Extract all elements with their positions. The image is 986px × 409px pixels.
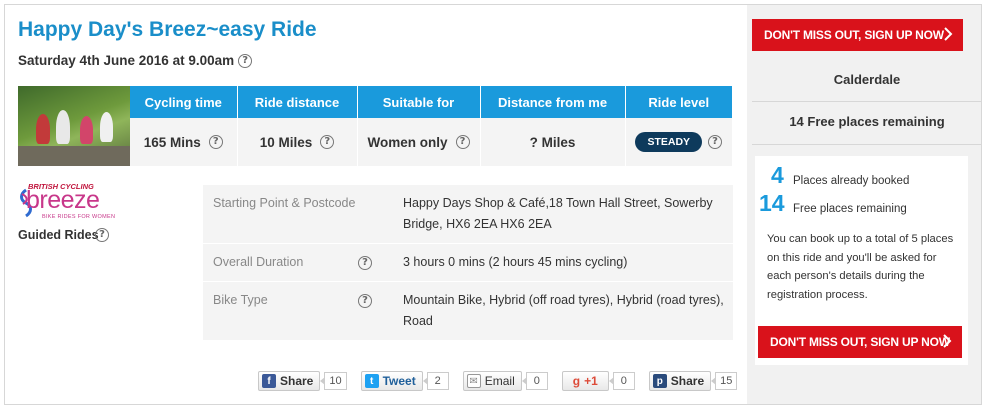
help-icon[interactable]: ? <box>320 135 335 149</box>
ride-details-list: Starting Point & Postcode Happy Days Sho… <box>203 185 733 340</box>
detail-value: Happy Days Shop & Café,18 Town Hall Stre… <box>403 196 713 231</box>
help-icon[interactable]: ? <box>708 135 723 149</box>
detail-row-duration: Overall Duration ? 3 hours 0 mins (2 hou… <box>203 244 733 282</box>
chevron-right-icon <box>944 27 953 41</box>
share-google-plus: g +1 0 <box>561 371 635 391</box>
distance-from-me-cell: ? Miles <box>480 118 626 166</box>
google-plus-button[interactable]: g +1 <box>561 371 609 391</box>
ride-date: Saturday 4th June 2016 at 9.00am ? <box>18 53 253 68</box>
help-icon[interactable]: ? <box>95 228 109 242</box>
header-ride-distance: Ride distance <box>237 86 358 118</box>
booking-info-text: You can book up to a total of 5 places o… <box>767 233 954 301</box>
help-icon[interactable]: ? <box>358 294 372 308</box>
breeze-logo: BRITISH CYCLING breeze BIKE RIDES FOR WO… <box>18 180 124 222</box>
ride-date-text: Saturday 4th June 2016 at 9.00am <box>18 53 235 68</box>
header-cycling-time: Cycling time <box>130 86 238 118</box>
social-share-bar: f Share 10 t Tweet 2 ✉ Email 0 g +1 0 p … <box>258 371 751 391</box>
divider <box>752 101 982 102</box>
share-count: 2 <box>422 372 449 390</box>
places-info-box: 4 Places already booked 14 Free places r… <box>755 156 968 365</box>
help-icon[interactable]: ? <box>238 53 253 68</box>
ride-photo <box>18 86 130 166</box>
free-places-summary: 14 Free places remaining <box>789 114 945 129</box>
share-count: 15 <box>711 372 738 390</box>
ride-location: Calderdale <box>833 72 901 87</box>
twitter-icon: t <box>364 374 379 388</box>
help-icon[interactable]: ? <box>358 256 372 270</box>
pinterest-icon: p <box>652 374 667 388</box>
ride-distance-value: 10 Miles <box>259 134 313 150</box>
free-label: Free places remaining <box>793 203 907 215</box>
ride-title: Happy Day's Breez~easy Ride <box>18 18 317 41</box>
facebook-icon: f <box>262 374 276 388</box>
divider <box>752 144 982 145</box>
share-count: 0 <box>608 372 635 390</box>
logo-brand-main: breeze <box>26 186 100 214</box>
share-count: 0 <box>521 372 548 390</box>
booked-count: 4 <box>771 162 784 188</box>
detail-row-bike-type: Bike Type ? Mountain Bike, Hybrid (off r… <box>203 282 733 340</box>
cycling-time-cell: 165 Mins? <box>130 118 238 166</box>
suitable-for-value: Women only <box>367 134 448 150</box>
facebook-share-button[interactable]: f Share <box>258 371 321 391</box>
header-suitable-for: Suitable for <box>357 86 481 118</box>
ride-level-badge: STEADY <box>635 132 703 152</box>
detail-label: Overall Duration <box>213 255 304 269</box>
share-count: 10 <box>320 372 347 390</box>
share-email: ✉ Email 0 <box>462 371 548 391</box>
help-icon[interactable]: ? <box>208 135 223 149</box>
share-facebook: f Share 10 <box>258 371 347 391</box>
detail-value: Mountain Bike, Hybrid (off road tyres), … <box>403 293 724 328</box>
header-distance-from-me: Distance from me <box>480 86 626 118</box>
free-count: 14 <box>759 190 785 216</box>
distance-from-me-value: ? Miles <box>529 134 576 150</box>
signup-button[interactable]: DON'T MISS OUT, SIGN UP NOW <box>752 19 963 51</box>
booked-label: Places already booked <box>793 175 910 187</box>
ride-level-cell: STEADY? <box>625 118 732 166</box>
logo-brand-sub: BIKE RIDES FOR WOMEN <box>42 214 116 220</box>
help-icon[interactable]: ? <box>455 135 470 149</box>
ride-stats-table: Cycling time Ride distance Suitable for … <box>130 86 732 166</box>
detail-label: Starting Point & Postcode <box>213 196 356 210</box>
suitable-for-cell: Women only? <box>357 118 481 166</box>
detail-row-starting-point: Starting Point & Postcode Happy Days Sho… <box>203 185 733 244</box>
share-twitter: t Tweet 2 <box>360 371 449 391</box>
email-share-button[interactable]: ✉ Email <box>462 371 522 391</box>
detail-value: 3 hours 0 mins (2 hours 45 mins cycling) <box>403 255 628 269</box>
cycling-time-value: 165 Mins <box>143 134 201 150</box>
chevron-right-icon <box>943 334 952 348</box>
google-plus-icon: g <box>572 374 581 388</box>
detail-label: Bike Type <box>213 293 268 307</box>
tweet-button[interactable]: t Tweet <box>360 371 423 391</box>
pinterest-share-button[interactable]: p Share <box>648 371 712 391</box>
ride-type-label: Guided Rides <box>18 228 99 242</box>
header-ride-level: Ride level <box>625 86 732 118</box>
ride-distance-cell: 10 Miles? <box>237 118 358 166</box>
share-pinterest: p Share 15 <box>648 371 738 391</box>
email-icon: ✉ <box>466 374 481 388</box>
signup-button[interactable]: DON'T MISS OUT, SIGN UP NOW <box>758 326 962 358</box>
